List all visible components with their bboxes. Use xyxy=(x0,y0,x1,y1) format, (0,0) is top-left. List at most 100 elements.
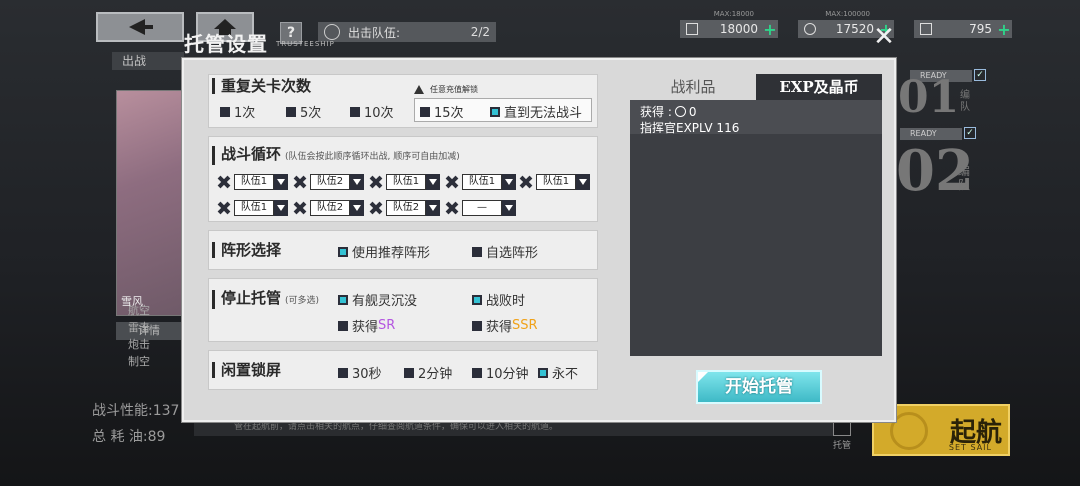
close-button[interactable]: ✕ xyxy=(872,24,896,50)
formation-recommended[interactable]: 使用推荐阵形 xyxy=(338,242,430,261)
cycle-slot[interactable]: 队伍2 xyxy=(368,200,440,216)
dropdown-arrow-icon[interactable] xyxy=(350,174,364,190)
fleet-select[interactable]: — xyxy=(462,200,502,216)
back-button[interactable] xyxy=(96,12,184,42)
sortie-label: 出击队伍: xyxy=(348,25,401,40)
tab-loot[interactable]: 战利品 xyxy=(630,74,756,100)
cycle-slot[interactable]: 队伍2 xyxy=(292,200,364,216)
dropdown-arrow-icon[interactable] xyxy=(274,174,288,190)
stop-on-sr[interactable]: 获得 SR xyxy=(338,316,395,335)
repeat-option-15[interactable]: 15次 xyxy=(420,102,464,121)
repeat-option-1[interactable]: 1次 xyxy=(220,102,255,121)
tab-exp-coins[interactable]: EXP及晶币 xyxy=(756,74,882,100)
idle-10min[interactable]: 10分钟 xyxy=(472,363,529,382)
cycle-note: (队伍会按此顺序循环出战, 顺序可自由加减) xyxy=(285,152,460,162)
stop-on-ssr[interactable]: 获得 SSR xyxy=(472,316,538,335)
dropdown-arrow-icon[interactable] xyxy=(502,174,516,190)
fleet-select[interactable]: 队伍1 xyxy=(234,174,274,190)
option-label: 有舰灵沉没 xyxy=(352,294,418,309)
checkbox-checked[interactable] xyxy=(490,106,500,117)
team-label: 编队 xyxy=(960,90,970,113)
cycle-slot[interactable]: 队伍1 xyxy=(444,174,516,190)
ship-card[interactable]: 雪风 xyxy=(116,90,182,316)
fleet-select[interactable]: 队伍2 xyxy=(386,200,426,216)
ammo-icon xyxy=(804,23,816,35)
formation-custom[interactable]: 自选阵形 xyxy=(472,242,538,261)
dropdown-arrow-icon[interactable] xyxy=(426,200,440,216)
checkbox[interactable] xyxy=(338,320,348,331)
idle-never[interactable]: 永不 xyxy=(538,363,578,382)
checkbox-checked[interactable] xyxy=(538,367,548,378)
option-label: 5次 xyxy=(300,106,322,121)
dropdown-arrow-icon[interactable] xyxy=(502,200,516,216)
cycle-slot[interactable]: 队伍2 xyxy=(292,174,364,190)
cycle-slot[interactable]: 队伍1 xyxy=(216,174,288,190)
checkbox[interactable] xyxy=(338,367,348,378)
dropdown-arrow-icon[interactable] xyxy=(274,200,288,216)
reward-panel: 获得 : 0 指挥官EXPLV 116 xyxy=(630,100,882,356)
gain-label: 获得 : xyxy=(640,105,672,119)
checkbox[interactable] xyxy=(472,367,482,378)
start-trusteeship-button[interactable]: 开始托管 xyxy=(696,370,822,404)
checkbox[interactable] xyxy=(404,367,414,378)
idle-30s[interactable]: 30秒 xyxy=(338,363,382,382)
cycle-slot[interactable]: 队伍1 xyxy=(216,200,288,216)
idle-title: 闲置锁屏 xyxy=(212,362,281,378)
checkbox[interactable] xyxy=(286,106,296,117)
back-arrow-icon xyxy=(129,19,153,35)
ready-label: READY xyxy=(910,129,937,138)
fleet-select[interactable]: 队伍1 xyxy=(536,174,576,190)
stat-air-control: 制空 xyxy=(128,355,150,368)
option-label: 战败时 xyxy=(486,294,526,309)
repeat-option-10[interactable]: 10次 xyxy=(350,102,394,121)
stop-on-sink[interactable]: 有舰灵沉没 xyxy=(338,290,417,309)
sortie-tab[interactable]: 出战 xyxy=(112,52,184,70)
add-resource-button[interactable]: + xyxy=(762,20,778,39)
stop-on-defeat[interactable]: 战败时 xyxy=(472,290,525,309)
cycle-slot[interactable]: 队伍1 xyxy=(368,174,440,190)
cycle-slot[interactable]: — xyxy=(444,200,516,216)
dropdown-arrow-icon[interactable] xyxy=(350,200,364,216)
resource-max: MAX:18000 xyxy=(713,10,754,18)
fleet-select[interactable]: 队伍1 xyxy=(234,200,274,216)
fleet-select[interactable]: 队伍2 xyxy=(310,174,350,190)
gain-value: 0 xyxy=(688,105,697,119)
cycle-slot[interactable]: 队伍1 xyxy=(518,174,590,190)
checkbox[interactable] xyxy=(420,106,430,117)
rarity-sr-label: SR xyxy=(378,318,396,333)
repeat-option-until-unable[interactable]: 直到无法战斗 xyxy=(490,102,582,121)
fuel-cost: 总 耗 油:89 xyxy=(92,429,166,445)
dropdown-arrow-icon[interactable] xyxy=(576,174,590,190)
fleet-icon xyxy=(216,200,232,216)
fleet-icon xyxy=(444,200,460,216)
option-label: 10次 xyxy=(364,106,394,121)
team-number[interactable]: 01 xyxy=(898,72,959,123)
checkbox-checked[interactable] xyxy=(338,246,348,257)
rarity-ssr-label: SSR xyxy=(512,318,538,333)
checkbox-checked[interactable] xyxy=(472,294,482,305)
option-label: 直到无法战斗 xyxy=(504,106,583,121)
checkbox[interactable] xyxy=(350,106,360,117)
warning-icon xyxy=(414,85,424,94)
cycle-title-text: 战斗循环 xyxy=(221,145,282,163)
checkbox-checked[interactable] xyxy=(338,294,348,305)
dropdown-arrow-icon[interactable] xyxy=(426,174,440,190)
dialog-subtitle: TRUSTEESHIP xyxy=(276,40,335,48)
fleet-select[interactable]: 队伍2 xyxy=(310,200,350,216)
resource-max: MAX:100000 xyxy=(825,10,870,18)
auto-mode-button[interactable]: 托管 xyxy=(824,420,860,451)
option-label: 永不 xyxy=(552,367,579,382)
checkbox[interactable] xyxy=(472,246,482,257)
option-label: 获得 xyxy=(352,320,379,335)
fleet-select[interactable]: 队伍1 xyxy=(386,174,426,190)
checkbox[interactable] xyxy=(472,320,482,331)
idle-2min[interactable]: 2分钟 xyxy=(404,363,452,382)
fleet-select[interactable]: 队伍1 xyxy=(462,174,502,190)
coin-icon xyxy=(674,106,686,117)
stop-section xyxy=(208,278,598,342)
fleet-icon xyxy=(292,200,308,216)
checkbox[interactable] xyxy=(220,106,230,117)
repeat-option-5[interactable]: 5次 xyxy=(286,102,321,121)
add-resource-button[interactable]: + xyxy=(996,20,1012,39)
option-label: 10分钟 xyxy=(486,367,529,382)
